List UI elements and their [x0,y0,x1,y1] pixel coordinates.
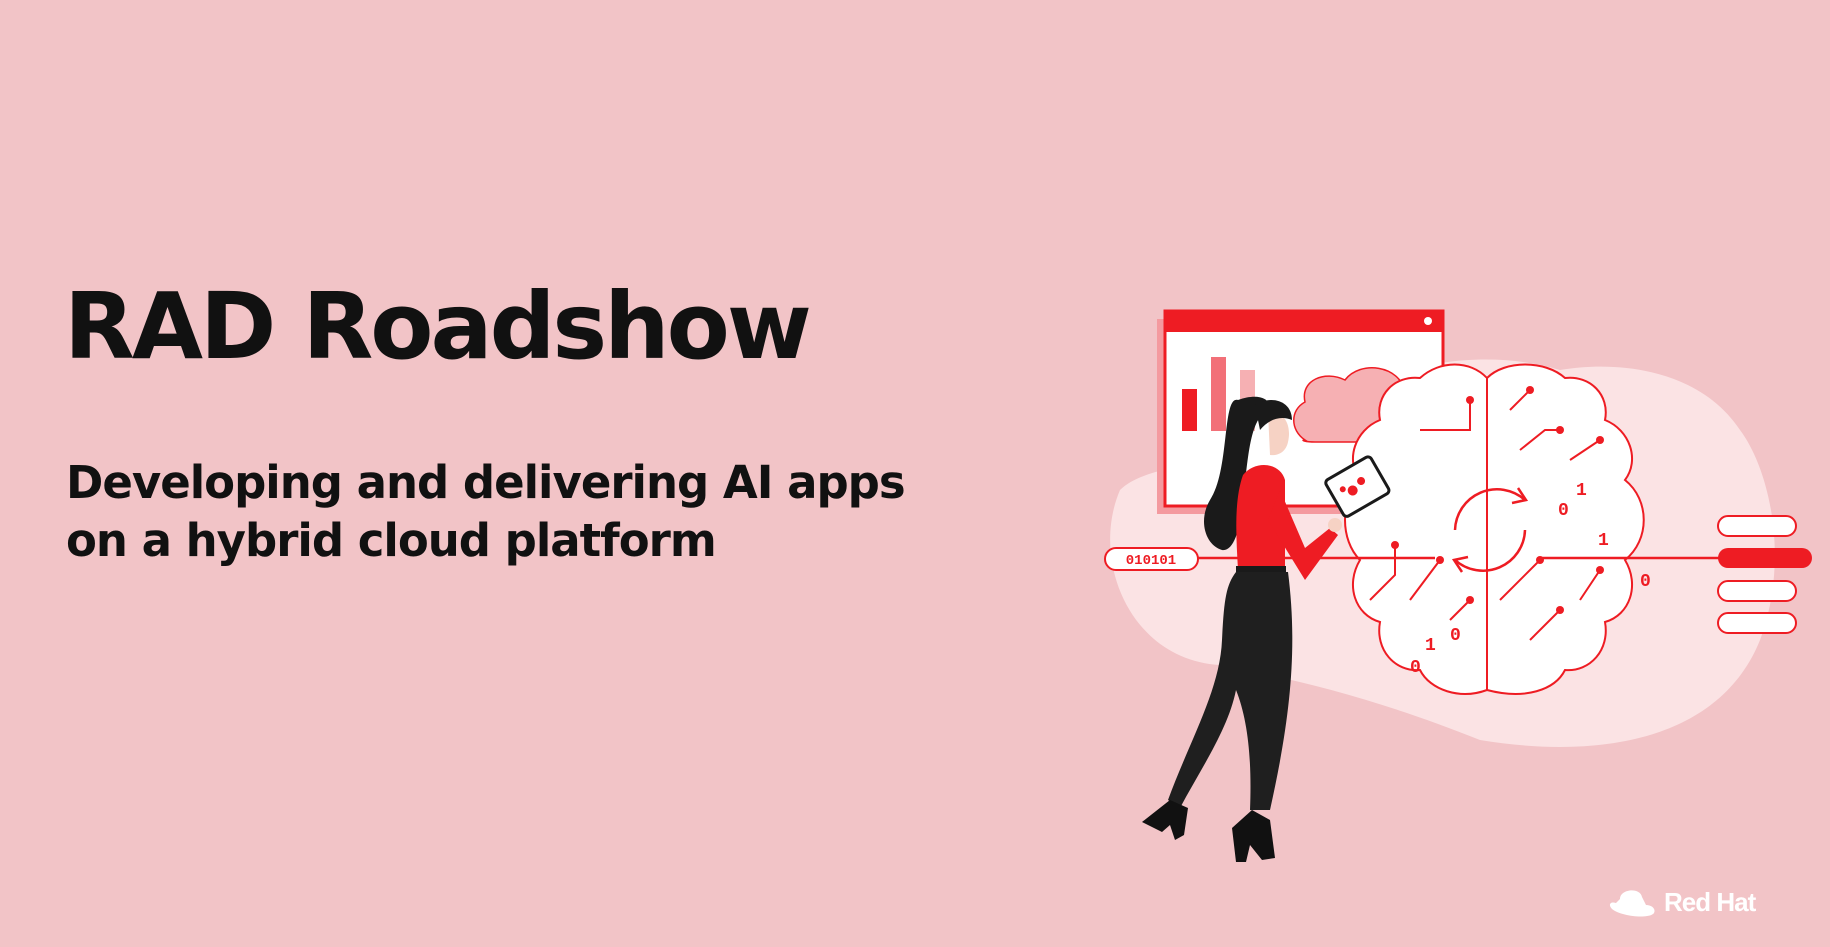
page-subtitle: Developing and delivering AI apps on a h… [66,454,906,570]
brain-digit: 1 [1598,531,1609,551]
ai-hybrid-cloud-illustration: 0 1 1 0 1 0 0 010101 [1104,309,1812,862]
brain-digit: 0 [1450,626,1461,646]
brain-circuit [1344,363,1645,695]
brain-digit: 0 [1410,658,1421,678]
binary-tag-text: 010101 [1126,553,1176,569]
subtitle-line-2: on a hybrid cloud platform [66,514,717,567]
red-hat-fedora-icon [1609,890,1655,917]
subtitle-line-1: Developing and delivering AI apps [66,456,906,509]
brain-digit: 1 [1425,636,1436,656]
red-hat-logo: Red Hat [1606,885,1756,919]
brain-digit: 0 [1640,572,1651,592]
brain-digit: 0 [1558,501,1569,521]
page-title: RAD Roadshow [64,273,812,380]
brain-digit: 1 [1576,481,1587,501]
brand-name: Red Hat [1664,886,1756,917]
binary-tag: 010101 [1104,547,1199,571]
